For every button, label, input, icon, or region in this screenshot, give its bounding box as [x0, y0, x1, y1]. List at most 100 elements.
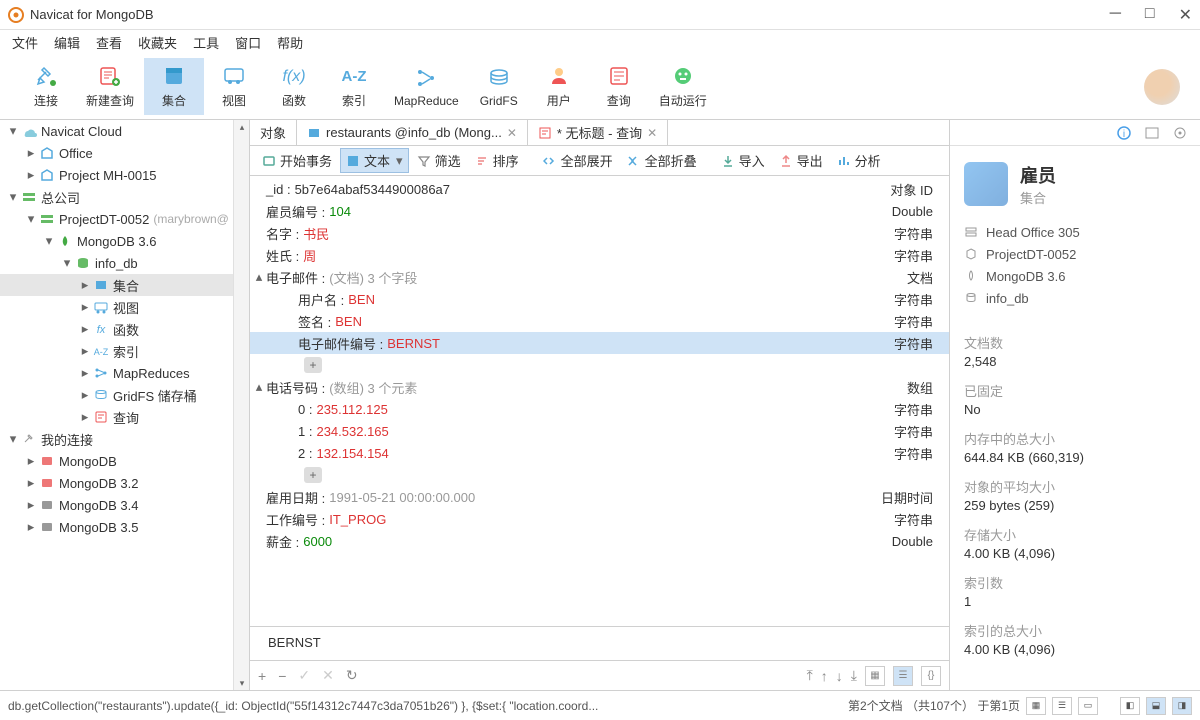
- connection-tree[interactable]: ▾Navicat Cloud▸Office▸Project MH-0015▾总公…: [0, 120, 250, 690]
- menu-工具[interactable]: 工具: [187, 31, 225, 54]
- menu-窗口[interactable]: 窗口: [229, 31, 267, 54]
- close-icon[interactable]: ✕: [507, 126, 517, 140]
- add-record-button[interactable]: +: [258, 668, 266, 684]
- expand-icon[interactable]: ▾: [24, 211, 38, 227]
- toolbar-gridfs-button[interactable]: GridFS: [469, 60, 529, 114]
- expand-icon[interactable]: ▸: [24, 167, 38, 183]
- menu-编辑[interactable]: 编辑: [48, 31, 86, 54]
- toolbar-autorun-button[interactable]: 自动运行: [649, 58, 717, 115]
- doc-field-row[interactable]: 雇用日期 : 1991-05-21 00:00:00.000日期时间: [250, 486, 949, 508]
- tree-item-我的连接[interactable]: ▾我的连接: [0, 428, 249, 450]
- tree-scrollbar[interactable]: ▴ ▾: [233, 120, 249, 690]
- sb-list-icon[interactable]: ☰: [1052, 697, 1072, 715]
- close-icon[interactable]: ✕: [647, 126, 657, 140]
- doc-field-row[interactable]: ▴电子邮件 : (文档) 3 个字段文档: [250, 266, 949, 288]
- cancel-button[interactable]: ✕: [322, 667, 334, 684]
- sb-right-panel-icon[interactable]: ◨: [1172, 697, 1192, 715]
- doc-field-row[interactable]: 签名 : BEN字符串: [250, 310, 949, 332]
- close-button[interactable]: ✕: [1179, 5, 1192, 25]
- expand-icon[interactable]: ▸: [78, 343, 92, 359]
- refresh-button[interactable]: ↻: [346, 667, 358, 684]
- expand-icon[interactable]: ▸: [24, 475, 38, 491]
- doc-field-row[interactable]: _id : 5b7e64abaf5344900086a7对象 ID: [250, 178, 949, 200]
- minimize-button[interactable]: ─: [1110, 5, 1121, 25]
- toolbar-user-button[interactable]: 用户: [529, 58, 589, 115]
- scroll-down-icon[interactable]: ▾: [234, 676, 250, 690]
- doc-field-row[interactable]: ▴电话号码 : (数组) 3 个元素数组: [250, 376, 949, 398]
- doc-field-row[interactable]: +: [250, 464, 949, 486]
- toolbar-connect-button[interactable]: 连接: [16, 58, 76, 115]
- tree-item-总公司[interactable]: ▾总公司: [0, 186, 249, 208]
- sort-button[interactable]: 排序: [469, 148, 525, 173]
- toolbar-mapreduce-button[interactable]: MapReduce: [384, 60, 469, 114]
- tree-item-MongoDB 3.5[interactable]: ▸MongoDB 3.5: [0, 516, 249, 538]
- tree-item-MongoDB 3.2[interactable]: ▸MongoDB 3.2: [0, 472, 249, 494]
- tree-item-MongoDB 3.6[interactable]: ▾MongoDB 3.6: [0, 230, 249, 252]
- avatar[interactable]: [1144, 69, 1180, 105]
- doc-field-row[interactable]: 名字 : 书民字符串: [250, 222, 949, 244]
- doc-field-row[interactable]: 电子邮件编号 : BERNST字符串: [250, 332, 949, 354]
- doc-field-row[interactable]: 1 : 234.532.165字符串: [250, 420, 949, 442]
- first-page-button[interactable]: ⤒: [807, 667, 813, 684]
- expand-icon[interactable]: ▾: [42, 233, 56, 249]
- toolbar-query-button[interactable]: 查询: [589, 58, 649, 115]
- expand-icon[interactable]: ▸: [78, 387, 92, 403]
- tree-item-Office[interactable]: ▸Office: [0, 142, 249, 164]
- doc-field-row[interactable]: 工作编号 : IT_PROG字符串: [250, 508, 949, 530]
- export-button[interactable]: 导出: [773, 148, 829, 173]
- expand-icon[interactable]: ▾: [6, 123, 20, 139]
- expand-icon[interactable]: ▸: [78, 299, 92, 315]
- sb-grid-icon[interactable]: ▦: [1026, 697, 1046, 715]
- expand-icon[interactable]: ▾: [60, 255, 74, 271]
- add-field-button[interactable]: +: [304, 467, 322, 483]
- json-view-button[interactable]: {}: [921, 666, 941, 686]
- expand-icon[interactable]: ▴: [252, 379, 266, 395]
- tree-item-Navicat Cloud[interactable]: ▾Navicat Cloud: [0, 120, 249, 142]
- doc-field-row[interactable]: 姓氏 : 周字符串: [250, 244, 949, 266]
- settings-tab-icon[interactable]: [1172, 125, 1188, 141]
- tree-item-MapReduces[interactable]: ▸MapReduces: [0, 362, 249, 384]
- toolbar-collection-button[interactable]: 集合: [144, 58, 204, 115]
- toolbar-function-button[interactable]: f(x)函数: [264, 58, 324, 115]
- expand-icon[interactable]: ▸: [78, 277, 92, 293]
- tree-item-集合[interactable]: ▸集合: [0, 274, 249, 296]
- scroll-up-icon[interactable]: ▴: [234, 120, 250, 134]
- expand-icon[interactable]: ▸: [24, 497, 38, 513]
- tree-item-函数[interactable]: ▸fx函数: [0, 318, 249, 340]
- import-button[interactable]: 导入: [715, 148, 771, 173]
- content-tab-2[interactable]: * 无标题 - 查询✕: [528, 120, 668, 145]
- menu-收藏夹[interactable]: 收藏夹: [132, 31, 183, 54]
- doc-field-row[interactable]: 薪金 : 6000Double: [250, 530, 949, 552]
- toolbar-newquery-button[interactable]: 新建查询: [76, 58, 144, 115]
- sb-detail-icon[interactable]: ▭: [1078, 697, 1098, 715]
- sb-bottom-panel-icon[interactable]: ⬓: [1146, 697, 1166, 715]
- tree-item-ProjectDT-0052[interactable]: ▾ProjectDT-0052(marybrown@: [0, 208, 249, 230]
- collapse-all-button[interactable]: 全部折叠: [621, 148, 703, 173]
- tree-item-MongoDB 3.4[interactable]: ▸MongoDB 3.4: [0, 494, 249, 516]
- tree-item-索引[interactable]: ▸A-Z索引: [0, 340, 249, 362]
- analyze-button[interactable]: 分析: [831, 148, 887, 173]
- text-view-button[interactable]: 文本▾: [340, 148, 409, 173]
- tree-item-GridFS 储存桶[interactable]: ▸GridFS 储存桶: [0, 384, 249, 406]
- expand-icon[interactable]: ▸: [78, 321, 92, 337]
- expand-icon[interactable]: ▸: [24, 453, 38, 469]
- tree-item-MongoDB[interactable]: ▸MongoDB: [0, 450, 249, 472]
- document-grid[interactable]: _id : 5b7e64abaf5344900086a7对象 ID雇员编号 : …: [250, 176, 949, 626]
- doc-field-row[interactable]: 雇员编号 : 104Double: [250, 200, 949, 222]
- ddl-tab-icon[interactable]: [1144, 125, 1160, 141]
- delete-record-button[interactable]: −: [278, 668, 286, 684]
- form-view-button[interactable]: ☰: [893, 666, 913, 686]
- expand-icon[interactable]: ▾: [6, 431, 20, 447]
- prev-page-button[interactable]: ↑: [821, 668, 828, 684]
- menu-帮助[interactable]: 帮助: [271, 31, 309, 54]
- toolbar-view-button[interactable]: 视图: [204, 58, 264, 115]
- commit-button[interactable]: ✓: [298, 667, 310, 684]
- menu-文件[interactable]: 文件: [6, 31, 44, 54]
- expand-all-button[interactable]: 全部展开: [537, 148, 619, 173]
- expand-icon[interactable]: ▴: [252, 269, 266, 285]
- doc-field-row[interactable]: 用户名 : BEN字符串: [250, 288, 949, 310]
- toolbar-index-button[interactable]: A-Z索引: [324, 58, 384, 115]
- next-page-button[interactable]: ↓: [836, 668, 843, 684]
- content-tab-0[interactable]: 对象: [250, 120, 297, 145]
- grid-view-button[interactable]: ▦: [865, 666, 885, 686]
